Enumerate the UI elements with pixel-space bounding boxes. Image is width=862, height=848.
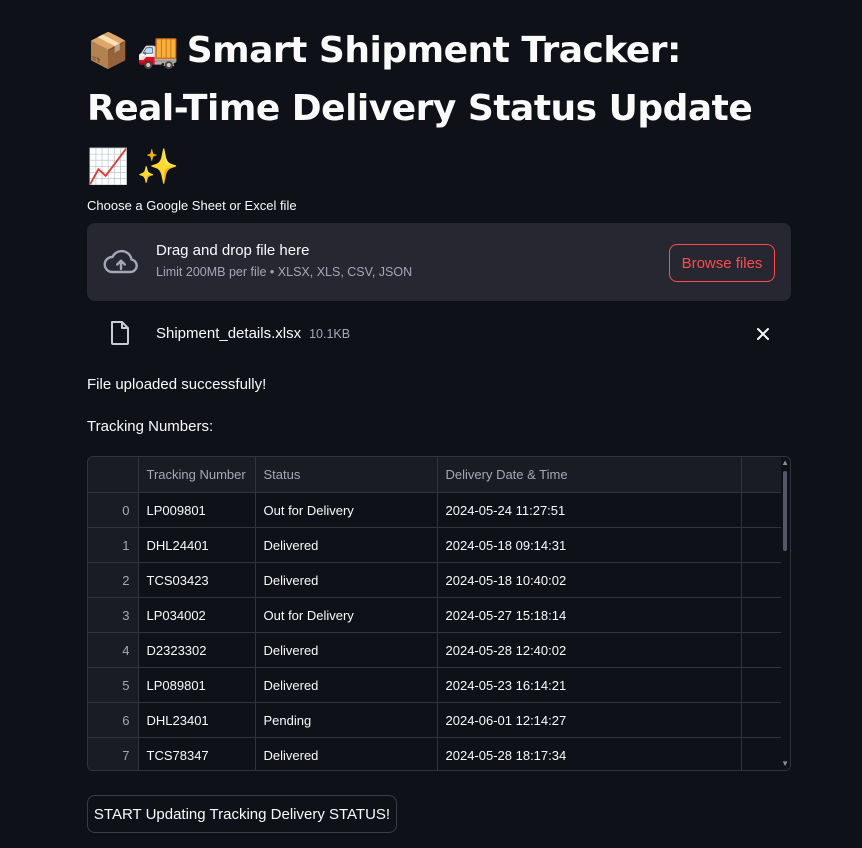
dropzone-subtitle: Limit 200MB per file • XLSX, XLS, CSV, J… — [156, 265, 413, 279]
table-row: 6 DHL23401 Pending 2024-06-01 12:14:27 — [88, 702, 782, 738]
index-header — [88, 457, 139, 493]
empty-cell — [741, 737, 782, 770]
start-updating-button[interactable]: START Updating Tracking Delivery STATUS! — [87, 795, 397, 833]
empty-cell — [741, 527, 782, 563]
tracking-number-cell[interactable]: LP009801 — [138, 492, 256, 528]
tracking-number-cell[interactable]: TCS03423 — [138, 562, 256, 598]
empty-header — [741, 457, 782, 493]
remove-file-close-icon[interactable] — [753, 324, 773, 344]
empty-cell — [741, 597, 782, 633]
status-cell[interactable]: Delivered — [255, 562, 438, 598]
delivery-date-cell[interactable]: 2024-06-01 12:14:27 — [437, 702, 742, 738]
page-title-text: Smart Shipment Tracker: Real-Time Delive… — [87, 30, 753, 129]
dropzone-text: Drag and drop file here Limit 200MB per … — [156, 242, 412, 279]
scroll-down-arrow-icon[interactable]: ▼ — [781, 760, 789, 768]
upload-success-message: File uploaded successfully! — [87, 376, 267, 393]
tracking-number-cell[interactable]: D2323302 — [138, 632, 256, 668]
tracking-heading: Tracking Numbers: — [87, 418, 214, 435]
table-body: 0 LP009801 Out for Delivery 2024-05-24 11:2… — [88, 492, 782, 770]
delivery-date-cell[interactable]: 2024-05-23 16:14:21 — [437, 667, 742, 703]
page-title: 📦 🚚 Smart Shipment Tracker: Real-Time Deli… — [87, 22, 791, 196]
uploaded-file-name: Shipment_details.xlsx 10.1KB — [156, 325, 350, 342]
tracking-number-cell[interactable]: LP034002 — [138, 597, 256, 633]
table-row: 2 TCS03423 Delivered 2024-05-18 10:40:02 — [88, 562, 782, 598]
empty-cell — [741, 702, 782, 738]
chart-emoji-icon: 📈 — [87, 147, 129, 187]
cloud-upload-icon — [103, 249, 138, 274]
delivery-date-cell[interactable]: 2024-05-18 10:40:02 — [437, 562, 742, 598]
uploaded-file-row: Shipment_details.xlsx 10.1KB — [87, 316, 791, 352]
status-cell[interactable]: Delivered — [255, 737, 438, 770]
status-cell[interactable]: Out for Delivery — [255, 492, 438, 528]
row-index: 5 — [88, 667, 139, 703]
table-row: 1 DHL24401 Delivered 2024-05-18 09:14:31 — [88, 527, 782, 563]
row-index: 3 — [88, 597, 139, 633]
status-cell[interactable]: Out for Delivery — [255, 597, 438, 633]
tracking-number-cell[interactable]: DHL23401 — [138, 702, 256, 738]
dropzone-title: Drag and drop file here — [156, 242, 310, 259]
table-scrollbar[interactable]: ▲ ▼ — [781, 457, 790, 770]
uploader-label: Choose a Google Sheet or Excel file — [87, 198, 297, 213]
column-header-status[interactable]: Status — [255, 457, 438, 493]
file-icon — [111, 321, 129, 345]
status-cell[interactable]: Pending — [255, 702, 438, 738]
file-name-text: Shipment_details.xlsx — [156, 325, 302, 342]
scroll-up-arrow-icon[interactable]: ▲ — [781, 459, 789, 467]
table-row: 5 LP089801 Delivered 2024-05-23 16:14:21 — [88, 667, 782, 703]
empty-cell — [741, 632, 782, 668]
browse-files-button[interactable]: Browse files — [669, 244, 775, 282]
column-header-tracking-number[interactable]: Tracking Number — [138, 457, 256, 493]
table-row: 0 LP009801 Out for Delivery 2024-05-24 11:2… — [88, 492, 782, 528]
row-index: 2 — [88, 562, 139, 598]
package-emoji-icon: 📦 — [87, 31, 129, 71]
file-dropzone[interactable]: Drag and drop file here Limit 200MB per … — [87, 223, 791, 301]
tracking-dataframe[interactable]: Tracking Number Status Delivery Date & T… — [87, 456, 791, 771]
empty-cell — [741, 492, 782, 528]
row-index: 6 — [88, 702, 139, 738]
table-row: 7 TCS78347 Delivered 2024-05-28 18:17:34 — [88, 737, 782, 770]
truck-emoji-icon: 🚚 — [136, 31, 179, 71]
status-cell[interactable]: Delivered — [255, 632, 438, 668]
empty-cell — [741, 562, 782, 598]
row-index: 4 — [88, 632, 139, 668]
table-row: 3 LP034002 Out for Delivery 2024-05-27 15:1… — [88, 597, 782, 633]
table-row: 4 D2323302 Delivered 2024-05-28 12:40:02 — [88, 632, 782, 668]
tracking-number-cell[interactable]: DHL24401 — [138, 527, 256, 563]
row-index: 1 — [88, 527, 139, 563]
tracking-table: Tracking Number Status Delivery Date & T… — [88, 457, 782, 770]
table-header-row: Tracking Number Status Delivery Date & T… — [88, 457, 782, 493]
tracking-number-cell[interactable]: TCS78347 — [138, 737, 256, 770]
empty-cell — [741, 667, 782, 703]
delivery-date-cell[interactable]: 2024-05-24 11:27:51 — [437, 492, 742, 528]
delivery-date-cell[interactable]: 2024-05-28 18:17:34 — [437, 737, 742, 770]
scroll-thumb[interactable] — [783, 471, 787, 551]
column-header-delivery-date[interactable]: Delivery Date & Time — [437, 457, 742, 493]
delivery-date-cell[interactable]: 2024-05-18 09:14:31 — [437, 527, 742, 563]
delivery-date-cell[interactable]: 2024-05-27 15:18:14 — [437, 597, 742, 633]
status-cell[interactable]: Delivered — [255, 527, 438, 563]
row-index: 7 — [88, 737, 139, 770]
sparkles-emoji-icon: ✨ — [136, 147, 179, 187]
row-index: 0 — [88, 492, 139, 528]
status-cell[interactable]: Delivered — [255, 667, 438, 703]
delivery-date-cell[interactable]: 2024-05-28 12:40:02 — [437, 632, 742, 668]
file-size: 10.1KB — [309, 327, 351, 341]
tracking-number-cell[interactable]: LP089801 — [138, 667, 256, 703]
